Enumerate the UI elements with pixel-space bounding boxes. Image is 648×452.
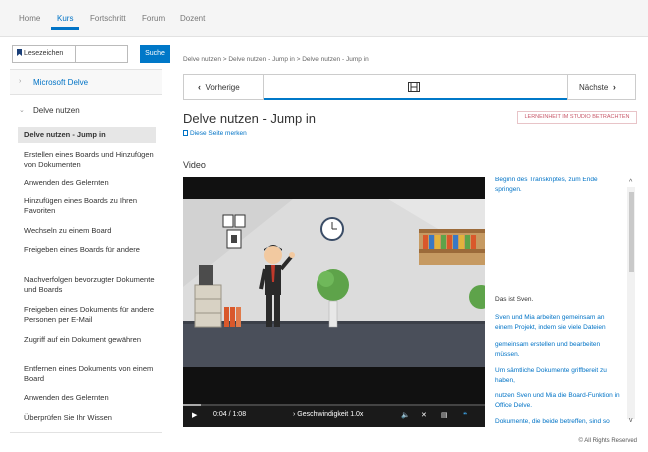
- tab-home[interactable]: Home: [19, 14, 40, 23]
- chevron-right-icon: ›: [19, 78, 22, 85]
- copyright-footer: © All Rights Reserved: [578, 438, 637, 444]
- sidebar-item[interactable]: Anwenden des Gelernten: [18, 393, 156, 403]
- play-icon[interactable]: ▶: [192, 411, 197, 419]
- section-delve-nutzen[interactable]: ⌄ Delve nutzen: [10, 100, 162, 120]
- sidebar-item[interactable]: Anwenden des Gelernten: [18, 178, 156, 188]
- save-page-label: Diese Seite merken: [190, 130, 247, 137]
- sidebar-item[interactable]: Hinzufügen eines Boards zu Ihren Favorit…: [18, 196, 156, 216]
- sidebar-item-label: Anwenden des Gelernten: [24, 178, 109, 187]
- next-button[interactable]: Nächste ›: [567, 75, 635, 99]
- film-icon[interactable]: [408, 82, 420, 92]
- transcript-line[interactable]: gemeinsam erstellen und bearbeiten müsse…: [495, 340, 623, 360]
- video-controls: ▶ 0:04 / 1:08 › Geschwindigkeit 1.0x 🔈 ✕…: [183, 404, 485, 427]
- seek-bar-fill: [183, 404, 201, 406]
- sidebar-item-label: Zugriff auf ein Dokument gewähren: [24, 335, 142, 344]
- speed-label: Geschwindigkeit: [297, 411, 349, 418]
- transcript-line[interactable]: Um sämtliche Dokumente griffbereit zu ha…: [495, 366, 623, 386]
- transcript-line[interactable]: Dokumente, die beide betreffen, sind so: [495, 417, 623, 427]
- sidebar-item-label: Freigeben eines Boards für andere: [24, 245, 140, 254]
- unit-pager: ‹ Vorherige Nächste ›: [183, 74, 636, 100]
- sidebar-search-row: Lesezeichen Suche: [12, 45, 170, 63]
- transcript-icon[interactable]: ▤: [441, 411, 448, 419]
- speed-control[interactable]: › Geschwindigkeit 1.0x: [293, 411, 363, 418]
- video-frame-illustration: [183, 177, 485, 404]
- bookmark-icon: [17, 49, 22, 56]
- bookmark-outline-icon: [183, 130, 188, 136]
- sidebar-item-label: Wechseln zu einem Board: [24, 226, 112, 235]
- search-input[interactable]: [76, 45, 128, 63]
- sidebar-item-label: Nachverfolgen bevorzugter Dokumente und …: [24, 275, 155, 294]
- transcript-line[interactable]: Das ist Sven.: [495, 295, 623, 305]
- sidebar-item-jump-in[interactable]: Delve nutzen - Jump in: [18, 127, 156, 143]
- pager-active-indicator: [264, 98, 567, 100]
- section-label: Microsoft Delve: [33, 78, 89, 87]
- tab-kurs[interactable]: Kurs: [50, 14, 81, 30]
- course-sidebar: Lesezeichen Suche › Microsoft Delve ⌄ De…: [0, 37, 170, 452]
- page-title: Delve nutzen - Jump in: [183, 111, 316, 126]
- top-navigation: Home Kurs Fortschritt Forum Dozent: [0, 0, 648, 37]
- tab-fortschritt[interactable]: Fortschritt: [90, 14, 126, 23]
- sidebar-item[interactable]: Freigeben eines Boards für andere: [18, 245, 156, 255]
- sidebar-item[interactable]: Nachverfolgen bevorzugter Dokumente und …: [18, 275, 156, 295]
- chevron-right-icon: ›: [612, 82, 616, 92]
- sidebar-item-label: Delve nutzen - Jump in: [24, 130, 106, 139]
- sidebar-item[interactable]: Entfernen eines Dokuments von einem Boar…: [18, 364, 156, 384]
- sidebar-item-label: Erstellen eines Boards und Hinzufügen vo…: [24, 150, 154, 169]
- fullscreen-icon[interactable]: ✕: [421, 411, 427, 419]
- bookmarks-button[interactable]: Lesezeichen: [12, 45, 76, 63]
- sidebar-item[interactable]: Freigeben eines Dokuments für andere Per…: [18, 305, 156, 325]
- section-label: Delve nutzen: [33, 106, 80, 115]
- volume-icon[interactable]: 🔈: [401, 411, 410, 419]
- transcript-line[interactable]: Beginn des Transkriptes, zum Ende spring…: [495, 177, 623, 195]
- breadcrumb[interactable]: Delve nutzen > Delve nutzen - Jump in > …: [183, 56, 369, 63]
- bookmarks-label: Lesezeichen: [24, 50, 64, 57]
- sidebar-item-label: Hinzufügen eines Boards zu Ihren Favorit…: [24, 196, 137, 215]
- scroll-up-icon[interactable]: ^: [629, 179, 632, 186]
- tab-forum[interactable]: Forum: [142, 14, 165, 23]
- chevron-down-icon: ⌄: [19, 107, 25, 114]
- sidebar-item-label: Überprüfen Sie Ihr Wissen: [24, 413, 112, 422]
- scroll-down-icon[interactable]: v: [629, 417, 633, 424]
- sidebar-item[interactable]: Zugriff auf ein Dokument gewähren: [18, 335, 156, 345]
- next-label: Nächste: [579, 83, 609, 92]
- seek-bar[interactable]: [183, 404, 485, 406]
- section-microsoft-delve[interactable]: › Microsoft Delve: [10, 69, 162, 95]
- sidebar-item[interactable]: Erstellen eines Boards und Hinzufügen vo…: [18, 150, 156, 170]
- save-page-link[interactable]: Diese Seite merken: [183, 130, 247, 137]
- transcript-line[interactable]: nutzen Sven und Mia die Board-Funktion i…: [495, 391, 623, 411]
- speed-value: 1.0x: [350, 411, 364, 418]
- view-in-studio-button[interactable]: LERNEINHEIT IM STUDIO BETRACHTEN: [517, 111, 637, 124]
- sidebar-item-label: Anwenden des Gelernten: [24, 393, 109, 402]
- previous-label: Vorherige: [205, 83, 240, 92]
- transcript-panel[interactable]: Beginn des Transkriptes, zum Ende spring…: [485, 177, 638, 427]
- search-button[interactable]: Suche: [140, 45, 170, 63]
- sidebar-item[interactable]: Überprüfen Sie Ihr Wissen: [18, 413, 156, 423]
- video-time: 0:04 / 1:08: [213, 411, 247, 418]
- previous-button[interactable]: ‹ Vorherige: [184, 75, 264, 99]
- sidebar-item-label: Entfernen eines Dokuments von einem Boar…: [24, 364, 154, 383]
- sidebar-item-label: Freigeben eines Dokuments für andere Per…: [24, 305, 155, 324]
- video-player[interactable]: ▶ 0:04 / 1:08 › Geschwindigkeit 1.0x 🔈 ✕…: [183, 177, 485, 427]
- transcript-scroll-thumb[interactable]: [629, 192, 634, 272]
- video-heading: Video: [183, 160, 206, 170]
- transcript-line[interactable]: Sven und Mia arbeiten gemeinsam an einem…: [495, 313, 623, 333]
- divider: [10, 432, 162, 433]
- sidebar-item[interactable]: Wechseln zu einem Board: [18, 226, 156, 236]
- chevron-left-icon: ‹: [198, 82, 201, 92]
- captions-icon[interactable]: ❝: [463, 411, 467, 419]
- tab-dozent[interactable]: Dozent: [180, 14, 205, 23]
